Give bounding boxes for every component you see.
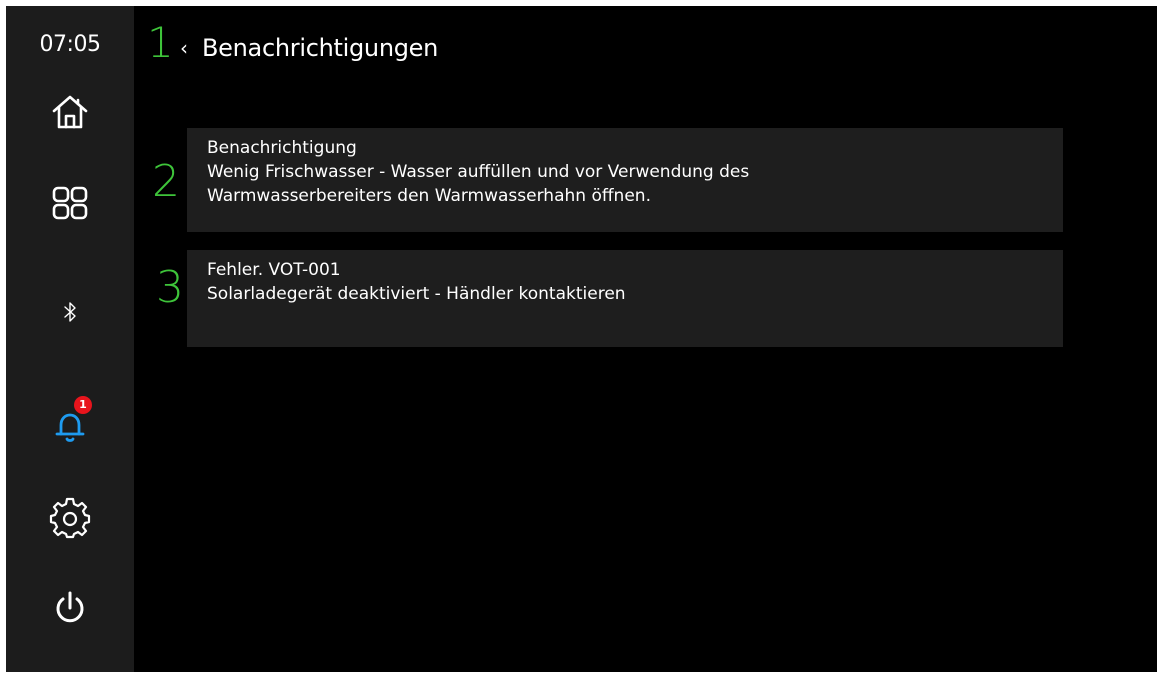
bluetooth-button[interactable]	[40, 288, 100, 336]
notification-badge: 1	[74, 396, 92, 414]
notifications-button[interactable]: 1	[40, 396, 100, 450]
notification-text-line: Solarladegerät deaktiviert - Händler kon…	[207, 284, 626, 304]
back-navigation[interactable]: ‹ Benachrichtigungen	[180, 26, 438, 70]
home-icon	[52, 95, 88, 129]
clock: 07:05	[39, 32, 101, 57]
device-screen: 07:05 1 1 2 3 ‹ Benachrichtigungen Benac…	[6, 6, 1157, 672]
gear-icon	[49, 497, 91, 539]
home-button[interactable]	[40, 88, 100, 136]
notification-heading: Fehler. VOT-001	[207, 260, 341, 280]
annotation-marker-3: 3	[156, 262, 184, 313]
notification-card-1[interactable]: Benachrichtigung Wenig Frischwasser - Wa…	[187, 128, 1063, 232]
notification-text-line: Warmwasserbereiters den Warmwasserhahn ö…	[207, 186, 651, 206]
apps-button[interactable]	[40, 179, 100, 227]
bluetooth-icon	[64, 302, 76, 322]
settings-button[interactable]	[40, 494, 100, 542]
notification-text-line: Wenig Frischwasser - Wasser auffüllen un…	[207, 162, 750, 182]
power-icon	[56, 591, 84, 623]
page-title: Benachrichtigungen	[202, 34, 439, 62]
notification-heading: Benachrichtigung	[207, 138, 357, 158]
annotation-marker-2: 2	[152, 156, 180, 207]
grid-icon	[52, 186, 88, 220]
sidebar: 07:05 1	[6, 6, 134, 672]
chevron-left-icon: ‹	[180, 36, 188, 60]
notification-card-2[interactable]: Fehler. VOT-001 Solarladegerät deaktivie…	[187, 250, 1063, 347]
power-button[interactable]	[40, 584, 100, 632]
annotation-marker-1: 1	[147, 18, 174, 67]
